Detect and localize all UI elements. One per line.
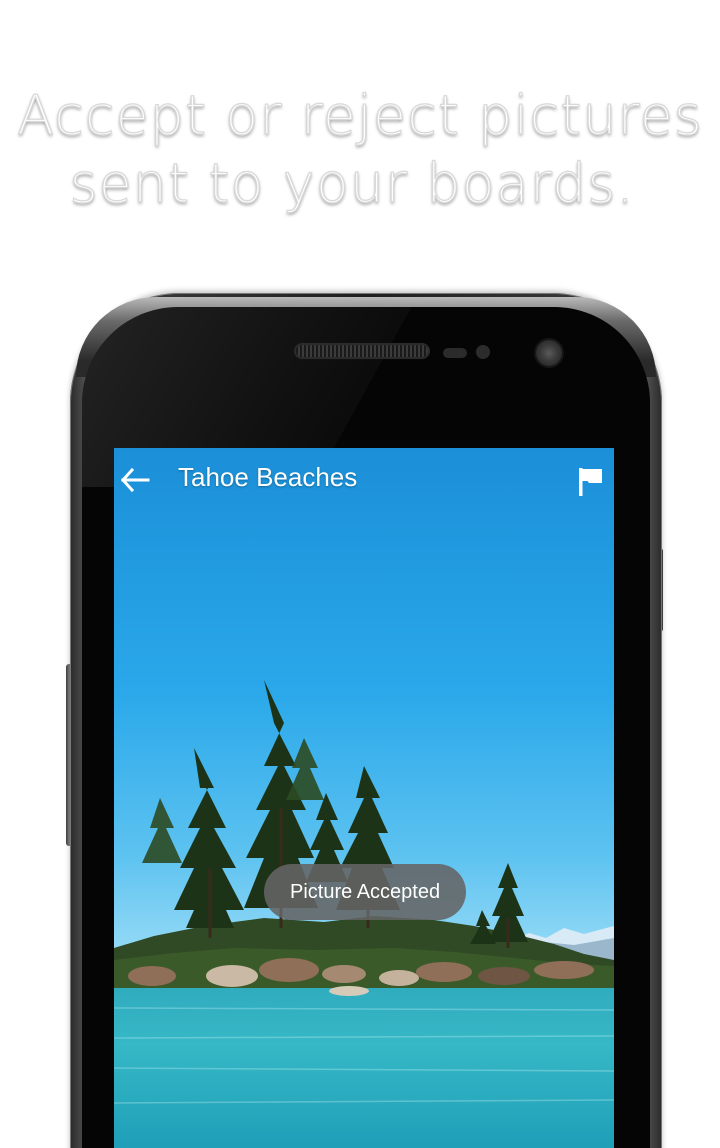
flag-icon[interactable] — [576, 466, 606, 498]
headline-line-1: Accept or reject pictures — [16, 83, 703, 147]
earpiece-speaker — [296, 345, 428, 357]
proximity-sensor — [443, 348, 467, 358]
promo-headline: Accept or reject pictures sent to your b… — [0, 82, 720, 218]
app-bar: Tahoe Beaches — [114, 448, 614, 510]
arrow-back-icon[interactable] — [120, 465, 152, 495]
board-picture[interactable] — [114, 448, 614, 1148]
front-camera-icon — [536, 340, 562, 366]
phone-screen: Tahoe Beaches Picture Accepted — [114, 448, 614, 1148]
light-sensor — [476, 345, 490, 359]
board-title: Tahoe Beaches — [178, 462, 358, 492]
promo-screen: Accept or reject pictures sent to your b… — [0, 0, 720, 1148]
headline-line-2: sent to your boards. — [69, 151, 635, 215]
toast-message: Picture Accepted — [264, 864, 467, 920]
